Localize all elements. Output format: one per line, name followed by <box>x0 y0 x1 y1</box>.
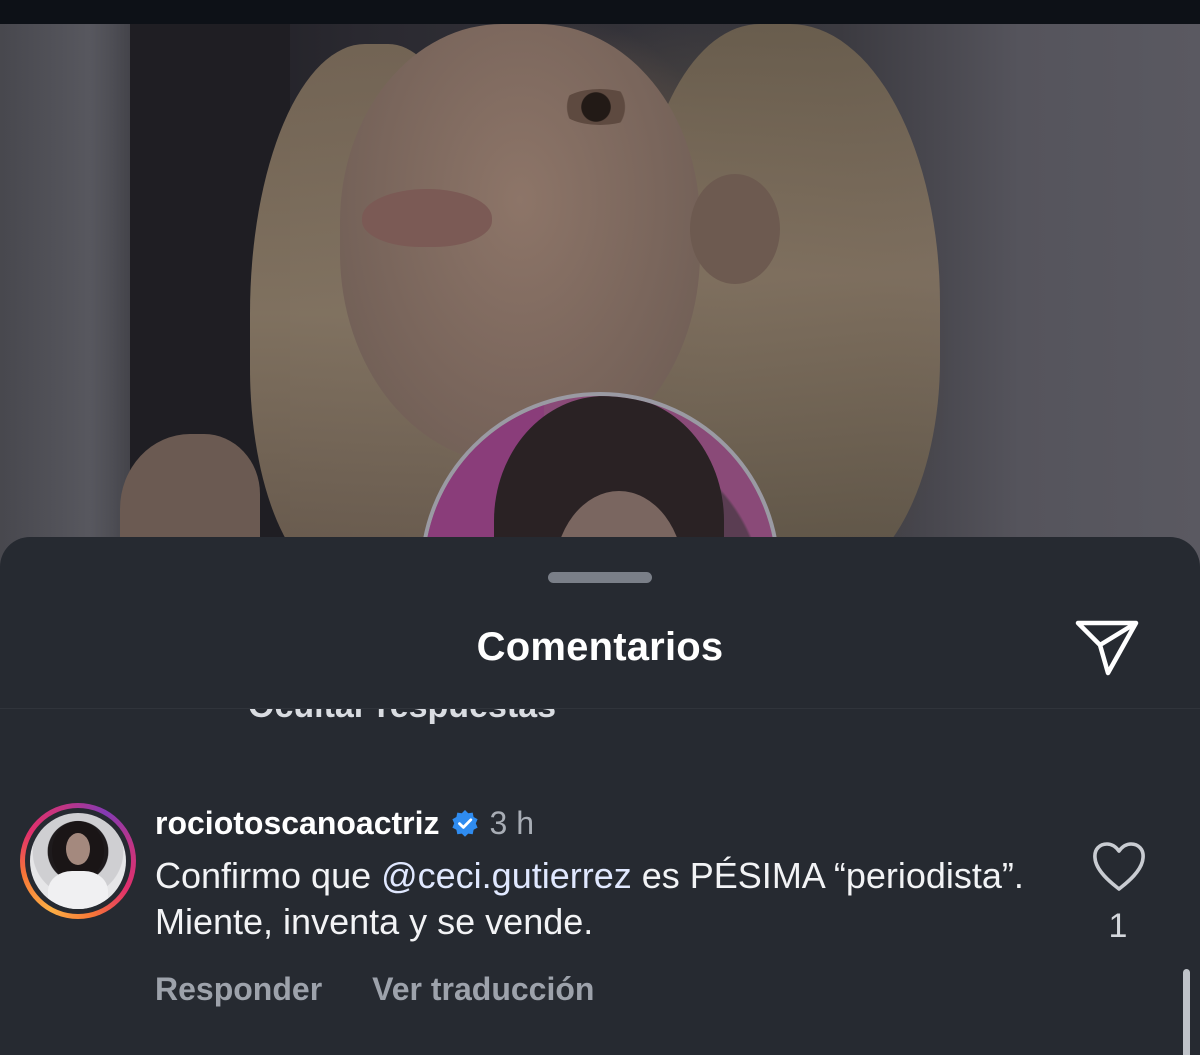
comments-sheet: Comentarios Ocultar respuestas rociotosc… <box>0 537 1200 1055</box>
comment-timestamp: 3 h <box>489 805 534 841</box>
like-count: 1 <box>1108 907 1128 945</box>
sheet-drag-handle[interactable] <box>548 572 652 583</box>
verified-badge-icon <box>451 809 478 837</box>
comment-text-before: Confirmo que <box>155 855 382 896</box>
comment-header: rociotoscanoactriz 3 h <box>155 805 534 842</box>
commenter-avatar[interactable] <box>20 803 136 919</box>
commenter-username[interactable]: rociotoscanoactriz <box>155 805 440 842</box>
comment-actions: Responder Ver traducción <box>155 971 594 1008</box>
paper-plane-icon[interactable] <box>1072 615 1142 679</box>
sheet-title: Comentarios <box>476 625 724 669</box>
status-bar <box>0 0 1200 24</box>
reply-button[interactable]: Responder <box>155 971 322 1008</box>
translate-button[interactable]: Ver traducción <box>372 971 594 1008</box>
mention-link[interactable]: @ceci.gutierrez <box>381 855 632 896</box>
hide-replies-link[interactable]: Ocultar respuestas <box>248 709 556 726</box>
scrollbar[interactable] <box>1183 969 1190 1055</box>
heart-outline-icon[interactable] <box>1090 839 1148 893</box>
comment-body: Confirmo que @ceci.gutierrez es PÉSIMA “… <box>155 853 1055 945</box>
